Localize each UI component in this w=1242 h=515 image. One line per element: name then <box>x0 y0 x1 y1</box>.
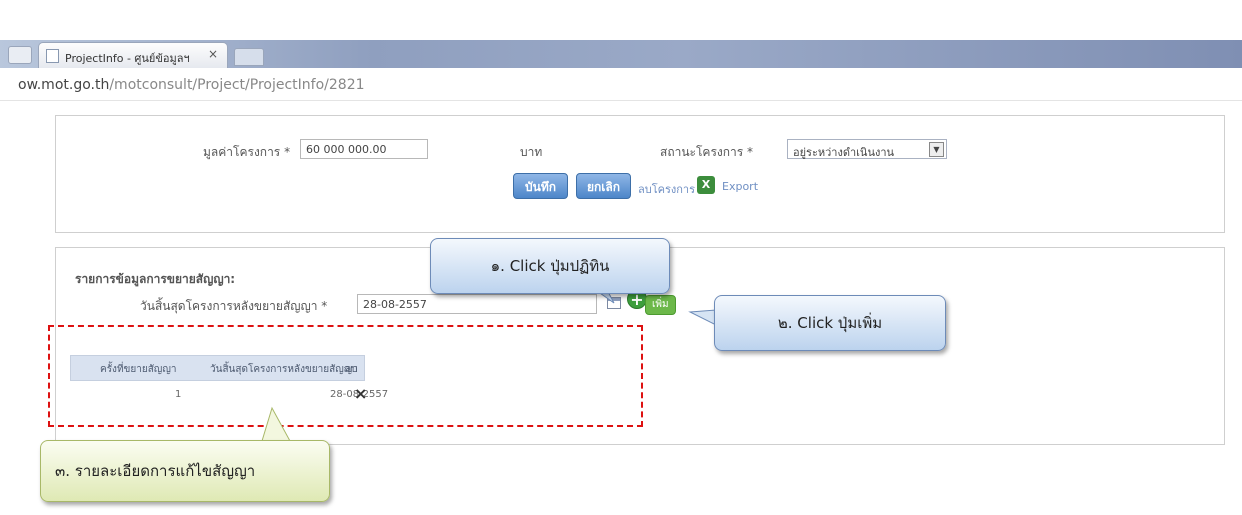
save-button[interactable]: บันทึก <box>513 173 568 199</box>
callout-step2: ๒. Click ปุ่มเพิ่ม <box>714 295 946 351</box>
budget-unit: บาท <box>520 145 543 159</box>
budget-input[interactable]: 60 000 000.00 <box>300 139 428 159</box>
calendar-icon[interactable] <box>607 297 621 309</box>
delete-project-link[interactable]: ลบโครงการ <box>638 180 695 198</box>
status-label: สถานะโครงการ * <box>660 145 754 159</box>
tab-close-icon[interactable]: × <box>208 47 218 61</box>
extension-section-title: รายการข้อมูลการขยายสัญญา: <box>75 272 236 286</box>
add-button[interactable]: เพิ่ม <box>645 295 676 315</box>
callout-step3: ๓. รายละเอียดการแก้ไขสัญญา <box>40 440 330 502</box>
status-select-value: อยู่ระหว่างดำเนินงาน <box>793 146 895 159</box>
callout-step1: ๑. Click ปุ่มปฏิทิน <box>430 238 670 294</box>
project-form-panel <box>55 115 1225 233</box>
browser-tab-arrows[interactable] <box>8 46 32 64</box>
url-text[interactable]: ow.mot.go.th/motconsult/Project/ProjectI… <box>18 77 365 93</box>
table-highlight-box <box>48 325 643 427</box>
end-date-input[interactable]: 28-08-2557 <box>357 294 597 314</box>
page-favicon-icon <box>46 49 59 63</box>
status-select[interactable]: อยู่ระหว่างดำเนินงาน ▼ <box>787 139 947 159</box>
chevron-down-icon[interactable]: ▼ <box>929 142 944 157</box>
excel-icon[interactable]: X <box>697 176 715 194</box>
budget-label: มูลค่าโครงการ * <box>203 145 291 159</box>
export-link[interactable]: Export <box>722 180 758 193</box>
cancel-button[interactable]: ยกเลิก <box>576 173 631 199</box>
tab-title: ProjectInfo - ศูนย์ข้อมูลฯ <box>65 52 190 65</box>
end-date-label: วันสิ้นสุดโครงการหลังขยายสัญญา * <box>140 299 328 313</box>
new-tab-button[interactable] <box>234 48 264 66</box>
browser-tab[interactable]: ProjectInfo - ศูนย์ข้อมูลฯ × <box>38 42 228 68</box>
